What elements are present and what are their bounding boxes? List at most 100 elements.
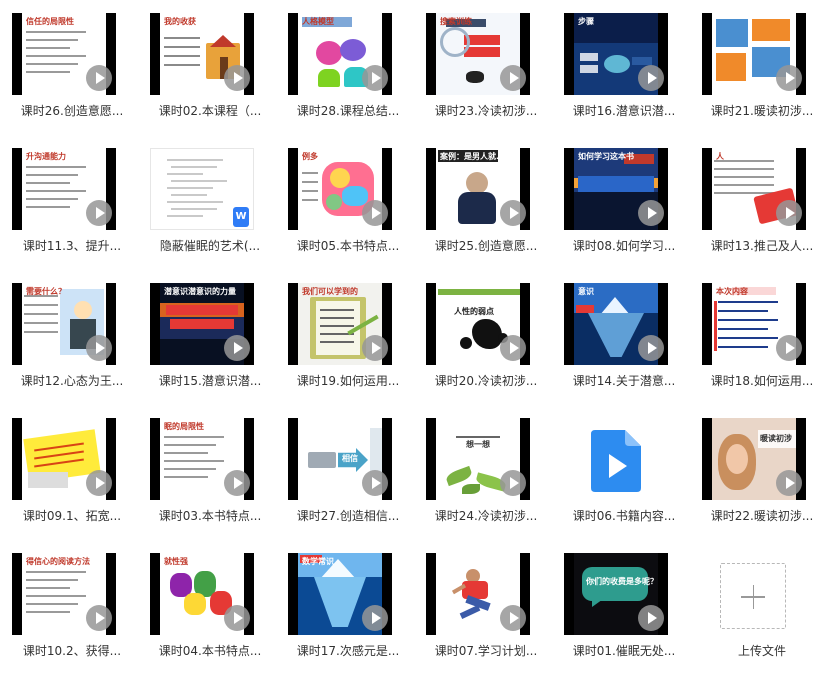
play-icon[interactable] — [362, 470, 388, 496]
file-tile[interactable]: 步骤 课时16.潜意识潜... — [556, 0, 694, 134]
play-icon[interactable] — [500, 200, 526, 226]
video-thumbnail[interactable]: 本次内容 — [702, 283, 806, 365]
file-tile[interactable]: 相信课时27.创造相信... — [280, 405, 418, 539]
file-tile[interactable]: 我的收获课时02.本课程（... — [142, 0, 280, 134]
file-name[interactable]: 课时03.本书特点... — [146, 507, 274, 525]
file-name[interactable]: 课时15.潜意识潜... — [146, 372, 274, 390]
video-thumbnail[interactable]: 例多 — [288, 148, 392, 230]
play-icon[interactable] — [776, 65, 802, 91]
play-icon[interactable] — [224, 470, 250, 496]
file-name[interactable]: 隐蔽催眠的艺术(... — [146, 237, 274, 255]
file-tile[interactable]: 人课时13.推己及人... — [694, 135, 814, 269]
file-tile[interactable]: 本次内容课时18.如何运用... — [694, 270, 814, 404]
file-tile[interactable]: 得信心的阅读方法 课时10.2、获得... — [4, 540, 142, 674]
video-thumbnail[interactable]: 想一想 — [426, 418, 530, 500]
file-tile[interactable]: 数学常识课时17.次感元是... — [280, 540, 418, 674]
play-icon[interactable] — [86, 470, 112, 496]
play-icon[interactable] — [638, 335, 664, 361]
file-name[interactable]: 课时04.本书特点... — [146, 642, 274, 660]
video-thumbnail[interactable] — [426, 553, 530, 635]
upload-area[interactable] — [702, 553, 806, 635]
document-thumbnail[interactable]: W — [150, 148, 254, 230]
file-name[interactable]: 课时13.推己及人... — [698, 237, 814, 255]
play-icon[interactable] — [86, 200, 112, 226]
file-name[interactable]: 课时23.冷读初涉... — [422, 102, 550, 120]
file-tile[interactable]: 课时09.1、拓宽... — [4, 405, 142, 539]
video-thumbnail[interactable] — [12, 418, 116, 500]
file-name[interactable]: 课时02.本课程（... — [146, 102, 274, 120]
play-icon[interactable] — [224, 605, 250, 631]
file-name[interactable]: 课时21.暖读初涉... — [698, 102, 814, 120]
file-tile[interactable]: 我们可以学到的课时19.如何运用... — [280, 270, 418, 404]
video-thumbnail[interactable]: 潜意识潜意识的力量 — [150, 283, 254, 365]
video-thumbnail[interactable]: 我的收获 — [150, 13, 254, 95]
file-name[interactable]: 上传文件 — [698, 642, 814, 660]
play-icon[interactable] — [638, 65, 664, 91]
video-thumbnail[interactable] — [702, 13, 806, 95]
file-tile[interactable]: W 隐蔽催眠的艺术(... — [142, 135, 280, 269]
file-name[interactable]: 课时25.创造意愿... — [422, 237, 550, 255]
video-thumbnail[interactable]: 暖读初涉 — [702, 418, 806, 500]
plus-icon[interactable] — [720, 563, 786, 629]
play-icon[interactable] — [638, 605, 664, 631]
file-tile[interactable]: 升沟通能力 课时11.3、提升... — [4, 135, 142, 269]
play-icon[interactable] — [86, 335, 112, 361]
video-thumbnail[interactable]: 意识 — [564, 283, 668, 365]
play-icon[interactable] — [500, 335, 526, 361]
file-tile[interactable]: 课时06.书籍内容... — [556, 405, 694, 539]
file-tile[interactable]: 例多课时05.本书特点... — [280, 135, 418, 269]
upload-file-tile[interactable]: 上传文件 — [694, 540, 814, 674]
play-icon[interactable] — [776, 470, 802, 496]
video-thumbnail[interactable]: 人性的弱点 — [426, 283, 530, 365]
file-tile[interactable]: 潜意识潜意识的力量课时15.潜意识潜... — [142, 270, 280, 404]
video-thumbnail[interactable]: 你们的收费是多呢？ — [564, 553, 668, 635]
video-thumbnail[interactable]: 相信 — [288, 418, 392, 500]
file-name[interactable]: 课时07.学习计划... — [422, 642, 550, 660]
file-name[interactable]: 课时06.书籍内容... — [560, 507, 688, 525]
play-icon[interactable] — [776, 335, 802, 361]
video-thumbnail[interactable]: 我们可以学到的 — [288, 283, 392, 365]
file-name[interactable]: 课时11.3、提升... — [8, 237, 136, 255]
video-thumbnail[interactable]: 如何学习这本书 — [564, 148, 668, 230]
file-tile[interactable]: 信任的局限性课时26.创造意愿... — [4, 0, 142, 134]
file-name[interactable]: 课时14.关于潜意... — [560, 372, 688, 390]
file-name[interactable]: 课时26.创造意愿... — [8, 102, 136, 120]
file-name[interactable]: 课时19.如何运用... — [284, 372, 412, 390]
play-icon[interactable] — [500, 470, 526, 496]
file-tile[interactable]: 就性强 课时04.本书特点... — [142, 540, 280, 674]
file-tile[interactable]: 暖读初涉课时22.暖读初涉... — [694, 405, 814, 539]
file-tile[interactable]: 搜索训练课时23.冷读初涉... — [418, 0, 556, 134]
file-name[interactable]: 课时28.课程总结... — [284, 102, 412, 120]
file-name[interactable]: 课时17.次感元是... — [284, 642, 412, 660]
file-tile[interactable]: 眠的局限性课时03.本书特点... — [142, 405, 280, 539]
video-thumbnail[interactable]: 得信心的阅读方法 — [12, 553, 116, 635]
file-tile[interactable]: 如何学习这本书 课时08.如何学习... — [556, 135, 694, 269]
file-tile[interactable]: 想一想课时24.冷读初涉... — [418, 405, 556, 539]
play-icon[interactable] — [776, 200, 802, 226]
play-icon[interactable] — [86, 605, 112, 631]
video-thumbnail[interactable]: 信任的局限性 — [12, 13, 116, 95]
file-tile[interactable]: 意识课时14.关于潜意... — [556, 270, 694, 404]
file-name[interactable]: 课时27.创造相信... — [284, 507, 412, 525]
file-tile[interactable]: 课时21.暖读初涉... — [694, 0, 814, 134]
file-name[interactable]: 课时20.冷读初涉... — [422, 372, 550, 390]
file-tile[interactable]: 你们的收费是多呢？ 课时01.催眠无处... — [556, 540, 694, 674]
play-icon[interactable] — [86, 65, 112, 91]
play-icon[interactable] — [638, 200, 664, 226]
video-thumbnail[interactable]: 数学常识 — [288, 553, 392, 635]
play-icon[interactable] — [224, 65, 250, 91]
video-thumbnail[interactable]: 眠的局限性 — [150, 418, 254, 500]
play-icon[interactable] — [362, 200, 388, 226]
file-name[interactable]: 课时18.如何运用... — [698, 372, 814, 390]
file-tile[interactable]: 需要什么？ 课时12.心态为王... — [4, 270, 142, 404]
video-thumbnail[interactable]: 需要什么？ — [12, 283, 116, 365]
play-icon[interactable] — [362, 65, 388, 91]
file-name[interactable]: 课时09.1、拓宽... — [8, 507, 136, 525]
file-name[interactable]: 课时05.本书特点... — [284, 237, 412, 255]
play-icon[interactable] — [224, 335, 250, 361]
file-name[interactable]: 课时24.冷读初涉... — [422, 507, 550, 525]
file-name[interactable]: 课时22.暖读初涉... — [698, 507, 814, 525]
file-tile[interactable]: 课时07.学习计划... — [418, 540, 556, 674]
play-icon[interactable] — [500, 65, 526, 91]
video-thumbnail[interactable]: 搜索训练 — [426, 13, 530, 95]
